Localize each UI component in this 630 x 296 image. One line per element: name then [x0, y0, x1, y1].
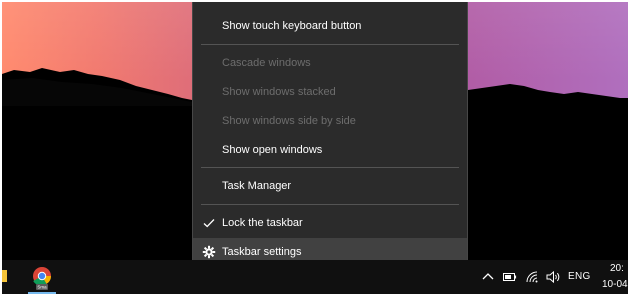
- menu-item-show-windows-side-by-side: Show windows side by side: [193, 107, 467, 135]
- volume-icon[interactable]: [545, 269, 561, 285]
- clock-date[interactable]: 10-04: [602, 279, 628, 290]
- menu-item-cascade-windows: Cascade windows: [193, 49, 467, 77]
- menu-item-task-manager[interactable]: Task Manager: [193, 172, 467, 200]
- menu-item-label: Task Manager: [222, 180, 292, 192]
- menu-item-label: Show open windows: [222, 144, 323, 156]
- desktop-screen: Show touch keyboard button Cascade windo…: [2, 2, 628, 294]
- menu-item-show-windows-stacked: Show windows stacked: [193, 78, 467, 106]
- menu-item-label: Cascade windows: [222, 57, 311, 69]
- battery-icon[interactable]: [502, 269, 518, 285]
- checkmark-icon: [203, 219, 215, 228]
- menu-item-label: Show windows side by side: [222, 115, 356, 127]
- chrome-profile-badge: Sma: [37, 285, 47, 290]
- gear-icon: [202, 245, 216, 259]
- menu-item-label: Taskbar settings: [222, 246, 302, 258]
- menu-separator: [201, 204, 459, 205]
- active-app-indicator: [28, 292, 56, 294]
- clock-time[interactable]: 20:: [610, 263, 624, 274]
- file-explorer-icon-edge[interactable]: [2, 270, 7, 282]
- input-language-indicator[interactable]: ENG: [568, 271, 591, 282]
- menu-item-label: Show touch keyboard button: [222, 20, 362, 32]
- menu-separator: [201, 44, 459, 45]
- menu-separator: [201, 167, 459, 168]
- chrome-icon: Sma: [33, 267, 52, 290]
- menu-item-label: Lock the taskbar: [222, 217, 303, 229]
- wifi-icon[interactable]: [524, 269, 540, 285]
- taskbar-context-menu: Show touch keyboard button Cascade windo…: [192, 2, 468, 273]
- menu-item-show-touch-keyboard[interactable]: Show touch keyboard button: [193, 12, 467, 40]
- menu-item-lock-taskbar[interactable]: Lock the taskbar: [193, 209, 467, 237]
- chevron-up-icon[interactable]: [480, 269, 496, 285]
- taskbar-app-chrome[interactable]: Sma: [28, 262, 56, 292]
- taskbar: Sma ENG 20: 10-04: [2, 260, 628, 294]
- menu-item-show-open-windows[interactable]: Show open windows: [193, 136, 467, 164]
- menu-item-label: Show windows stacked: [222, 86, 336, 98]
